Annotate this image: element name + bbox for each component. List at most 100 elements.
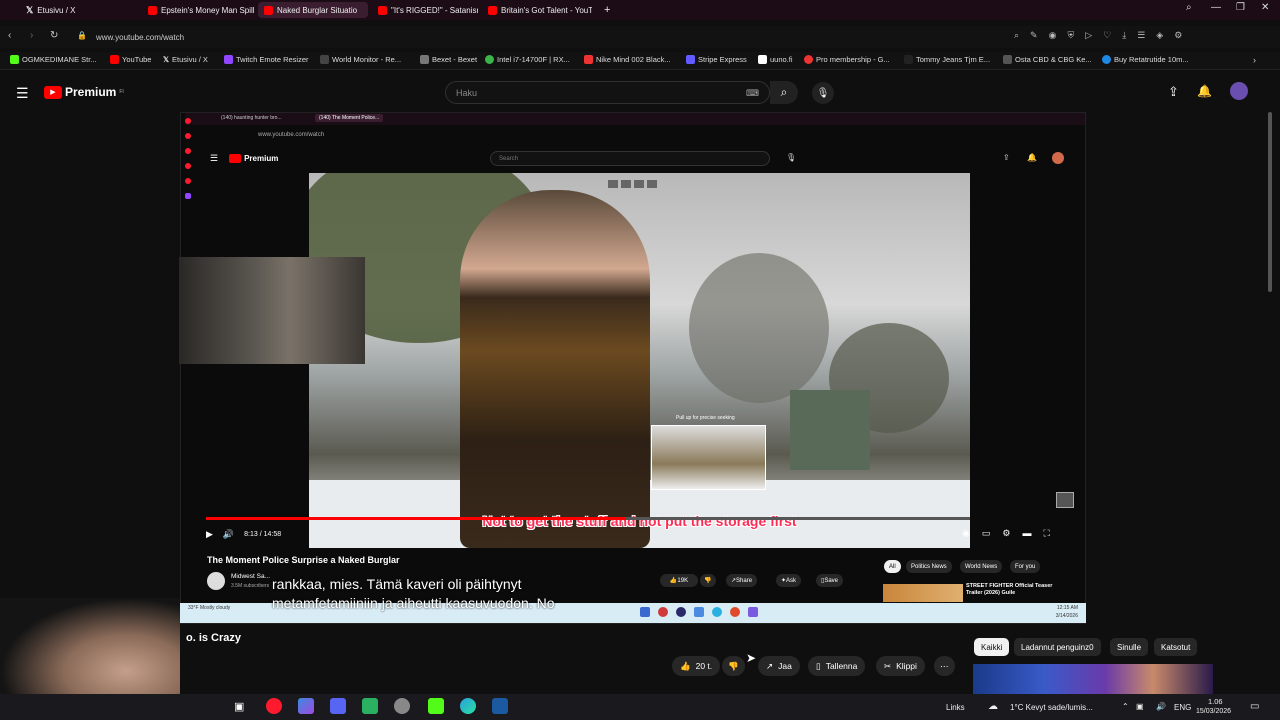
tab-naked-burglar[interactable]: Naked Burglar Situatio [258,2,368,18]
chevron-up-icon[interactable]: ⌃ [1122,702,1129,711]
bookmark-item[interactable]: World Monitor - Re... [320,55,401,64]
settings-icon[interactable]: ⚙ [1002,528,1010,540]
play-icon[interactable]: ▷ [1085,30,1092,42]
search-icon[interactable]: ⌕ [1186,2,1192,13]
recommended-thumbnail[interactable] [973,664,1213,694]
youtube-logo[interactable]: ▶ Premium FI [44,85,124,99]
app-icon[interactable] [394,698,410,714]
heart-icon[interactable]: ♡ [1103,30,1111,42]
taskbar-app-icon [730,607,740,617]
bookmark-item[interactable]: Twitch Emote Resizer [224,55,309,64]
tab-epstein[interactable]: Epstein's Money Man Spill [142,2,254,18]
inner-youtube-logo: ☰ Premium [210,153,279,163]
weather-text[interactable]: 1°C Kevyt sade/lumis... [1010,703,1093,712]
forward-icon[interactable]: › [30,30,33,41]
tab-rigged[interactable]: "It's RIGGED!" - Satanism, [372,2,478,18]
sidebar-icon [185,133,191,139]
chip-watched[interactable]: Katsotut [1154,638,1198,656]
volume-icon[interactable]: 🔊 [223,529,234,540]
x-icon: 𝕏 [163,55,170,64]
youtube-icon [148,5,157,15]
bookmark-item[interactable]: YouTube [110,55,151,64]
reload-icon[interactable]: ↻ [50,30,58,41]
edit-icon[interactable]: ✎ [1030,30,1038,42]
recommended-thumbnail [883,584,963,602]
bookmark-item[interactable]: OGMKEDIMANE Str... [10,55,97,64]
bell-icon[interactable]: 🔔 [1197,84,1212,98]
camera-icon[interactable]: ◉ [1049,30,1057,42]
close-icon[interactable]: ✕ [1261,2,1269,13]
more-button[interactable]: ⋯ [934,656,955,676]
bookmark-item[interactable]: Stripe Express [686,55,747,64]
new-tab-button[interactable]: + [598,2,616,18]
steam-icon[interactable] [492,698,508,714]
clock-date[interactable]: 15/03/2026 [1196,708,1231,715]
search-input[interactable]: Haku [445,81,770,104]
back-icon[interactable]: ‹ [8,30,11,41]
theater-icon[interactable]: ▬ [1022,528,1031,540]
tree-shape [689,253,829,403]
links-toolbar[interactable]: Links [946,703,965,712]
chip-all[interactable]: Kaikki [974,638,1010,656]
bookmark-item[interactable]: Ostа CBD & CBG Ke... [1003,55,1092,64]
globe-icon [1003,55,1012,64]
like-button[interactable]: 👍 20 t. [672,656,721,676]
avatar[interactable] [1230,82,1248,100]
subtitles-icon[interactable]: ▭ [982,528,991,540]
subscriber-count: 3.5M subscribers [231,583,270,589]
scrollbar-thumb[interactable] [1268,112,1272,292]
bookmark-item[interactable]: Intel i7-14700F | RX... [485,55,570,64]
network-icon[interactable]: ▣ [1136,702,1144,711]
menu-icon[interactable]: ☰ [16,85,29,102]
app-icon[interactable] [362,698,378,714]
search-button[interactable]: ⌕ [770,81,798,104]
share-button[interactable]: ↗ Jaa [758,656,800,676]
settings-icon[interactable]: ⚙ [1174,30,1182,42]
bell-icon: 🔔 [1027,153,1037,162]
keyboard-icon[interactable]: ⌨ [746,88,759,99]
download-icon[interactable]: ⤓ [1122,30,1126,42]
upload-icon[interactable]: ⇪ [1168,84,1179,100]
chevron-right-icon[interactable]: › [1253,55,1256,65]
microphone-icon[interactable]: 🎙 [812,82,834,104]
bookmark-item[interactable]: Nike Mind 002 Black... [584,55,671,64]
app-icon[interactable] [428,698,444,714]
speaker-icon[interactable]: 🔊 [1156,702,1166,711]
clip-button[interactable]: ✂ Klippi [876,656,925,676]
dislike-button[interactable]: 👎 [722,656,745,676]
maximize-icon[interactable]: ❐ [1236,2,1245,13]
fullscreen-icon[interactable]: ⛶ [1043,528,1049,540]
bookmark-item[interactable]: Tommy Jeans Tjm E... [904,55,990,64]
search-icon[interactable]: ⌕ [1014,30,1019,42]
bookmark-item[interactable]: Pro membership - G... [804,55,890,64]
tab-etusivu[interactable]: 𝕏 Etusivu / X [20,2,138,18]
url-input[interactable]: www.youtube.com/watch [96,28,996,46]
discord-icon[interactable] [330,698,346,714]
video-progress-bar[interactable] [206,517,970,520]
opera-icon[interactable] [266,698,282,714]
clock-time[interactable]: 1.06 [1208,697,1223,706]
bookmark-item[interactable]: uuno.fi [758,55,793,64]
app-icon[interactable] [298,698,314,714]
play-icon[interactable]: ▶ [206,529,213,540]
chip-uploaded-by[interactable]: Ladannut penguinz0 [1014,638,1101,656]
scrollbar[interactable] [1268,112,1274,692]
edge-icon[interactable] [460,698,476,714]
translated-subtitle: rankkaa, mies. Tämä kaveri oli päihtynyt… [272,576,555,611]
youtube-icon [110,55,119,64]
bookmark-item[interactable]: 𝕏 Etusivu / X [163,55,208,64]
bookmark-item[interactable]: Buy Retatrutide 10m... [1102,55,1189,64]
chip-for-you[interactable]: Sinulle [1110,638,1149,656]
extension-icon[interactable]: ◈ [1156,30,1163,42]
task-view-icon[interactable]: ▣ [234,700,244,713]
menu-icon[interactable]: ☰ [1137,30,1145,42]
minimize-icon[interactable]: — [1211,2,1221,13]
bookmark-item[interactable]: Bexet - Bexet [420,55,477,64]
shield-icon[interactable]: ⛨ [1067,30,1074,42]
notifications-icon[interactable]: ▭ [1250,701,1259,712]
autoplay-toggle-icon[interactable]: ◉ [962,528,970,540]
time-display: 8:13 / 14:58 [244,530,282,538]
language-indicator[interactable]: ENG [1174,703,1191,712]
tab-britains-got-talent[interactable]: Britain's Got Talent - YouT [482,2,592,18]
save-button[interactable]: ▯ Tallenna [808,656,866,676]
